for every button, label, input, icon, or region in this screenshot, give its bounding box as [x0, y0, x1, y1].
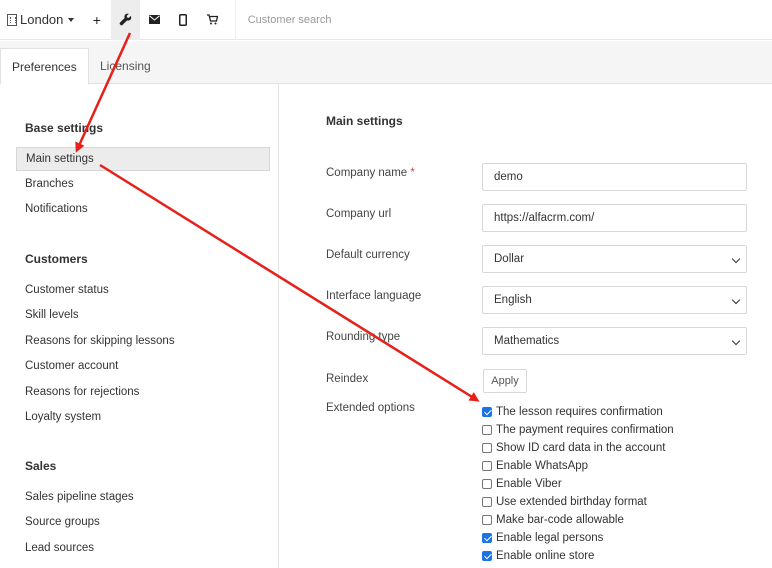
- extended-option-label: Enable online store: [496, 550, 595, 562]
- company-name-label: Company name *: [326, 167, 415, 179]
- company-url-label: Company url: [326, 208, 392, 220]
- envelope-icon: [149, 15, 161, 24]
- checkbox[interactable]: [482, 533, 492, 543]
- extended-options-label: Extended options: [326, 402, 415, 414]
- tab-licensing[interactable]: Licensing: [89, 48, 162, 84]
- sidebar-item-branches[interactable]: Branches: [16, 172, 270, 196]
- extended-option-label: Enable Viber: [496, 478, 562, 490]
- extended-option[interactable]: Enable online store: [482, 547, 674, 565]
- extended-option[interactable]: Enable WhatsApp: [482, 457, 674, 475]
- building-icon: [7, 13, 17, 26]
- sidebar-item-source-groups[interactable]: Source groups: [16, 510, 270, 534]
- extended-option-label: Make bar-code allowable: [496, 514, 624, 526]
- checkbox[interactable]: [482, 515, 492, 525]
- extended-options-list: The lesson requires confirmation The paym…: [482, 403, 674, 565]
- sidebar-item-main-settings[interactable]: Main settings: [16, 147, 270, 171]
- sidebar-item-customer-status[interactable]: Customer status: [16, 278, 270, 302]
- extended-option-label: Show ID card data in the account: [496, 442, 666, 454]
- extended-option[interactable]: Enable Viber: [482, 475, 674, 493]
- interface-language-select[interactable]: English: [482, 286, 747, 314]
- sidebar-heading-base-settings: Base settings: [25, 121, 104, 135]
- branch-name: London: [20, 12, 64, 27]
- extended-option-label: The payment requires confirmation: [496, 424, 674, 436]
- customer-search-input[interactable]: [247, 13, 648, 26]
- page-title: Main settings: [326, 114, 403, 128]
- reindex-label: Reindex: [326, 373, 369, 385]
- rounding-type-label: Rounding type: [326, 331, 401, 343]
- extended-option[interactable]: Use extended birthday format: [482, 493, 674, 511]
- sidebar-item-reasons-for-rejections[interactable]: Reasons for rejections: [16, 380, 270, 404]
- sidebar-heading-customers: Customers: [25, 252, 88, 266]
- default-currency-select[interactable]: Dollar: [482, 245, 747, 273]
- branch-selector[interactable]: London: [0, 0, 82, 40]
- plus-icon: +: [92, 11, 101, 28]
- checkbox[interactable]: [482, 443, 492, 453]
- extended-option[interactable]: The payment requires confirmation: [482, 421, 674, 439]
- extended-option[interactable]: Show ID card data in the account: [482, 439, 674, 457]
- sidebar-item-reasons-for-skipping-lessons[interactable]: Reasons for skipping lessons: [16, 329, 270, 353]
- rounding-type-value: Mathematics: [494, 335, 560, 347]
- extended-option-label: Use extended birthday format: [496, 496, 647, 508]
- extended-option[interactable]: Make bar-code allowable: [482, 511, 674, 529]
- sidebar-item-skill-levels[interactable]: Skill levels: [16, 303, 270, 327]
- checkbox[interactable]: [482, 497, 492, 507]
- checkbox[interactable]: [482, 461, 492, 471]
- required-mark: *: [410, 167, 415, 179]
- settings-tabs: Preferences Licensing: [0, 41, 772, 85]
- interface-language-label: Interface language: [326, 290, 422, 302]
- extended-option-label: Enable WhatsApp: [496, 460, 589, 472]
- wrench-icon: [119, 13, 132, 26]
- sidebar-item-sales-pipeline-stages[interactable]: Sales pipeline stages: [16, 485, 270, 509]
- chevron-down-icon: [731, 254, 741, 264]
- mail-button[interactable]: [140, 0, 169, 40]
- extended-option-label: Enable legal persons: [496, 532, 604, 544]
- default-currency-label: Default currency: [326, 249, 410, 261]
- cart-icon: [206, 14, 218, 25]
- top-navbar: London +: [0, 0, 772, 40]
- tab-preferences[interactable]: Preferences: [0, 48, 89, 85]
- sidebar-item-customer-account[interactable]: Customer account: [16, 354, 270, 378]
- phone-button[interactable]: [169, 0, 198, 40]
- cart-button[interactable]: [198, 0, 227, 40]
- checkbox[interactable]: [482, 479, 492, 489]
- caret-down-icon: [68, 17, 75, 22]
- checkbox[interactable]: [482, 407, 492, 417]
- sidebar-heading-sales: Sales: [25, 459, 57, 473]
- company-name-label-text: Company name: [326, 167, 408, 179]
- settings-button[interactable]: [111, 0, 141, 40]
- company-name-field[interactable]: demo: [482, 163, 747, 191]
- extended-option[interactable]: The lesson requires confirmation: [482, 403, 674, 421]
- rounding-type-select[interactable]: Mathematics: [482, 327, 747, 355]
- chevron-down-icon: [731, 295, 741, 305]
- extended-option[interactable]: Enable legal persons: [482, 529, 674, 547]
- checkbox[interactable]: [482, 425, 492, 435]
- mobile-icon: [179, 13, 188, 26]
- apply-button[interactable]: Apply: [483, 369, 527, 393]
- customer-search[interactable]: [234, 0, 772, 40]
- sidebar-item-notifications[interactable]: Notifications: [16, 197, 270, 221]
- extended-option-label: The lesson requires confirmation: [496, 406, 663, 418]
- chevron-down-icon: [731, 336, 741, 346]
- settings-sidebar: Base settings Main settings Branches Not…: [0, 84, 279, 568]
- add-button[interactable]: +: [82, 0, 111, 40]
- sidebar-item-lead-sources[interactable]: Lead sources: [16, 536, 270, 560]
- sidebar-item-loyalty-system[interactable]: Loyalty system: [16, 405, 270, 429]
- interface-language-value: English: [494, 294, 532, 306]
- default-currency-value: Dollar: [494, 253, 525, 265]
- company-url-field[interactable]: https://alfacrm.com/: [482, 204, 747, 232]
- checkbox[interactable]: [482, 551, 492, 561]
